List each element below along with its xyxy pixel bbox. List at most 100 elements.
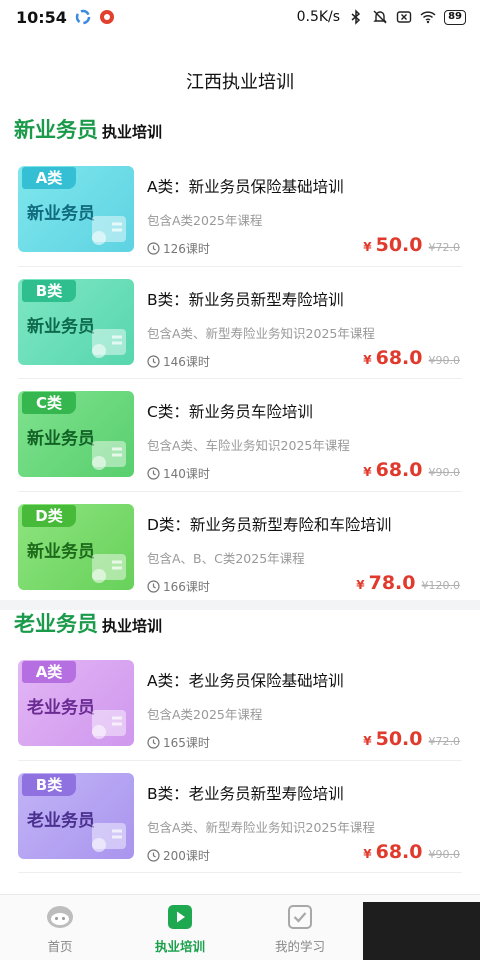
hours-text: 140课时 <box>163 467 210 481</box>
course-thumbnail: B类 老业务员 <box>18 772 134 859</box>
course-hours: 166课时 <box>147 578 210 595</box>
page-title: 江西执业培训 <box>186 72 294 93</box>
hours-text: 146课时 <box>163 354 210 369</box>
course-tag: B类 <box>22 279 76 302</box>
course-description: 包含A类、车险业务知识2025年课程 <box>147 438 350 453</box>
currency-symbol: ¥ <box>363 846 372 861</box>
original-price: ¥90.0 <box>428 466 461 479</box>
course-card[interactable]: A类 新业务员 A类：新业务员保险基础培训 包含A类2025年课程 126课时 … <box>18 154 462 267</box>
course-hours: 146课时 <box>147 353 210 370</box>
nav-label: 首页 <box>47 939 73 954</box>
currency-symbol: ¥ <box>363 734 372 748</box>
course-thumbnail: A类 老业务员 <box>18 660 134 746</box>
course-description: 包含A类、新型寿险业务知识2025年课程 <box>147 819 375 835</box>
certificate-icon <box>92 441 126 470</box>
wifi-icon <box>420 11 436 24</box>
course-hours: 200课时 <box>147 847 210 864</box>
course-price: ¥ 50.0 ¥72.0 <box>363 234 460 256</box>
currency-symbol: ¥ <box>363 465 372 479</box>
section-title: 老业务员 <box>14 612 98 636</box>
course-card[interactable]: A类 老业务员 A类：老业务员保险基础培训 包含A类2025年课程 165课时 … <box>18 648 462 761</box>
clock-icon <box>147 242 160 255</box>
current-price: 68.0 <box>375 346 423 369</box>
app-notification-icon <box>75 9 91 25</box>
current-price: 68.0 <box>375 459 423 481</box>
course-card[interactable]: C类 新业务员 C类：新业务员车险培训 包含A类、车险业务知识2025年课程 1… <box>18 379 462 492</box>
section-header: 新业务员 执业培训 <box>0 114 480 154</box>
sim-off-icon <box>396 11 412 23</box>
battery-indicator: 89 <box>444 9 466 25</box>
certificate-icon <box>92 553 126 583</box>
nav-overlay-area <box>360 895 480 960</box>
mute-bell-icon <box>373 10 387 24</box>
hours-text: 166课时 <box>163 579 210 594</box>
clock-icon <box>147 354 160 368</box>
current-price: 50.0 <box>375 728 423 750</box>
clock-icon <box>147 579 160 593</box>
original-price: ¥90.0 <box>428 353 461 367</box>
app-badge-icon <box>99 10 114 24</box>
certificate-icon <box>92 328 126 358</box>
net-speed: 0.5K/s <box>296 9 341 25</box>
section-header: 老业务员 执业培训 <box>0 608 480 648</box>
original-price: ¥72.0 <box>428 241 461 254</box>
course-card[interactable]: B类 新业务员 B类：新业务员新型寿险培训 包含A类、新型寿险业务知识2025年… <box>18 267 462 379</box>
course-price: ¥ 68.0 ¥90.0 <box>363 459 460 481</box>
course-price: ¥ 78.0 ¥120.0 <box>356 572 460 594</box>
course-price: ¥ 68.0 ¥90.0 <box>363 347 460 369</box>
play-icon <box>168 905 192 929</box>
certificate-icon <box>92 822 126 852</box>
course-description: 包含A、B、C类2025年课程 <box>147 550 305 566</box>
course-description: 包含A类2025年课程 <box>147 707 263 722</box>
course-tag: B类 <box>22 773 76 796</box>
course-title: B类：新业务员新型寿险培训 <box>147 290 344 309</box>
section-subtitle: 执业培训 <box>102 617 163 635</box>
section-subtitle: 执业培训 <box>102 123 163 141</box>
course-hours: 140课时 <box>147 465 210 482</box>
course-description: 包含A类2025年课程 <box>147 213 263 228</box>
course-thumbnail: C类 新业务员 <box>18 391 134 477</box>
currency-symbol: ¥ <box>363 352 372 367</box>
course-price: ¥ 50.0 ¥72.0 <box>363 728 460 750</box>
section-new-agents: 新业务员 执业培训 A类 新业务员 A类：新业务员保险基础培训 包含A类2025… <box>0 114 480 604</box>
course-title: D类：新业务员新型寿险和车险培训 <box>147 515 392 534</box>
course-hours: 165课时 <box>147 734 210 751</box>
nav-label: 我的学习 <box>274 939 325 954</box>
section-experienced-agents: 老业务员 执业培训 A类 老业务员 A类：老业务员保险基础培训 包含A类2025… <box>0 608 480 873</box>
course-tag: D类 <box>22 504 76 527</box>
section-title: 新业务员 <box>14 118 98 142</box>
currency-symbol: ¥ <box>363 240 372 254</box>
clock-icon <box>147 848 160 862</box>
certificate-icon <box>92 216 126 245</box>
clock-icon <box>147 467 160 480</box>
course-price: ¥ 68.0 ¥90.0 <box>363 841 460 863</box>
course-tag: C类 <box>22 392 76 414</box>
original-price: ¥72.0 <box>428 735 461 748</box>
home-face-icon <box>47 906 73 928</box>
current-price: 50.0 <box>375 234 423 256</box>
currency-symbol: ¥ <box>356 577 365 592</box>
course-title: A类：老业务员保险基础培训 <box>147 672 344 690</box>
dark-overlay <box>363 902 480 960</box>
course-title: B类：老业务员新型寿险培训 <box>147 784 344 803</box>
course-tag: A类 <box>22 661 76 683</box>
nav-label: 执业培训 <box>154 939 205 954</box>
course-title: C类：新业务员车险培训 <box>147 403 313 421</box>
course-thumbnail: A类 新业务员 <box>18 166 134 252</box>
nav-home[interactable]: 首页 <box>0 895 120 960</box>
bluetooth-icon <box>351 9 361 25</box>
nav-training[interactable]: 执业培训 <box>120 895 240 960</box>
hours-text: 165课时 <box>163 736 210 750</box>
status-time: 10:54 <box>16 7 67 27</box>
course-card[interactable]: B类 老业务员 B类：老业务员新型寿险培训 包含A类、新型寿险业务知识2025年… <box>18 761 462 873</box>
current-price: 68.0 <box>375 840 423 863</box>
original-price: ¥120.0 <box>421 578 461 592</box>
bottom-nav: 首页 执业培训 我的学习 <box>0 894 480 960</box>
current-price: 78.0 <box>368 571 416 594</box>
course-thumbnail: D类 新业务员 <box>18 503 134 590</box>
course-tag: A类 <box>22 167 76 189</box>
course-card[interactable]: D类 新业务员 D类：新业务员新型寿险和车险培训 包含A、B、C类2025年课程… <box>18 492 462 605</box>
course-description: 包含A类、新型寿险业务知识2025年课程 <box>147 325 375 341</box>
course-title: A类：新业务员保险基础培训 <box>147 178 344 196</box>
nav-my-learning[interactable]: 我的学习 <box>240 895 360 960</box>
